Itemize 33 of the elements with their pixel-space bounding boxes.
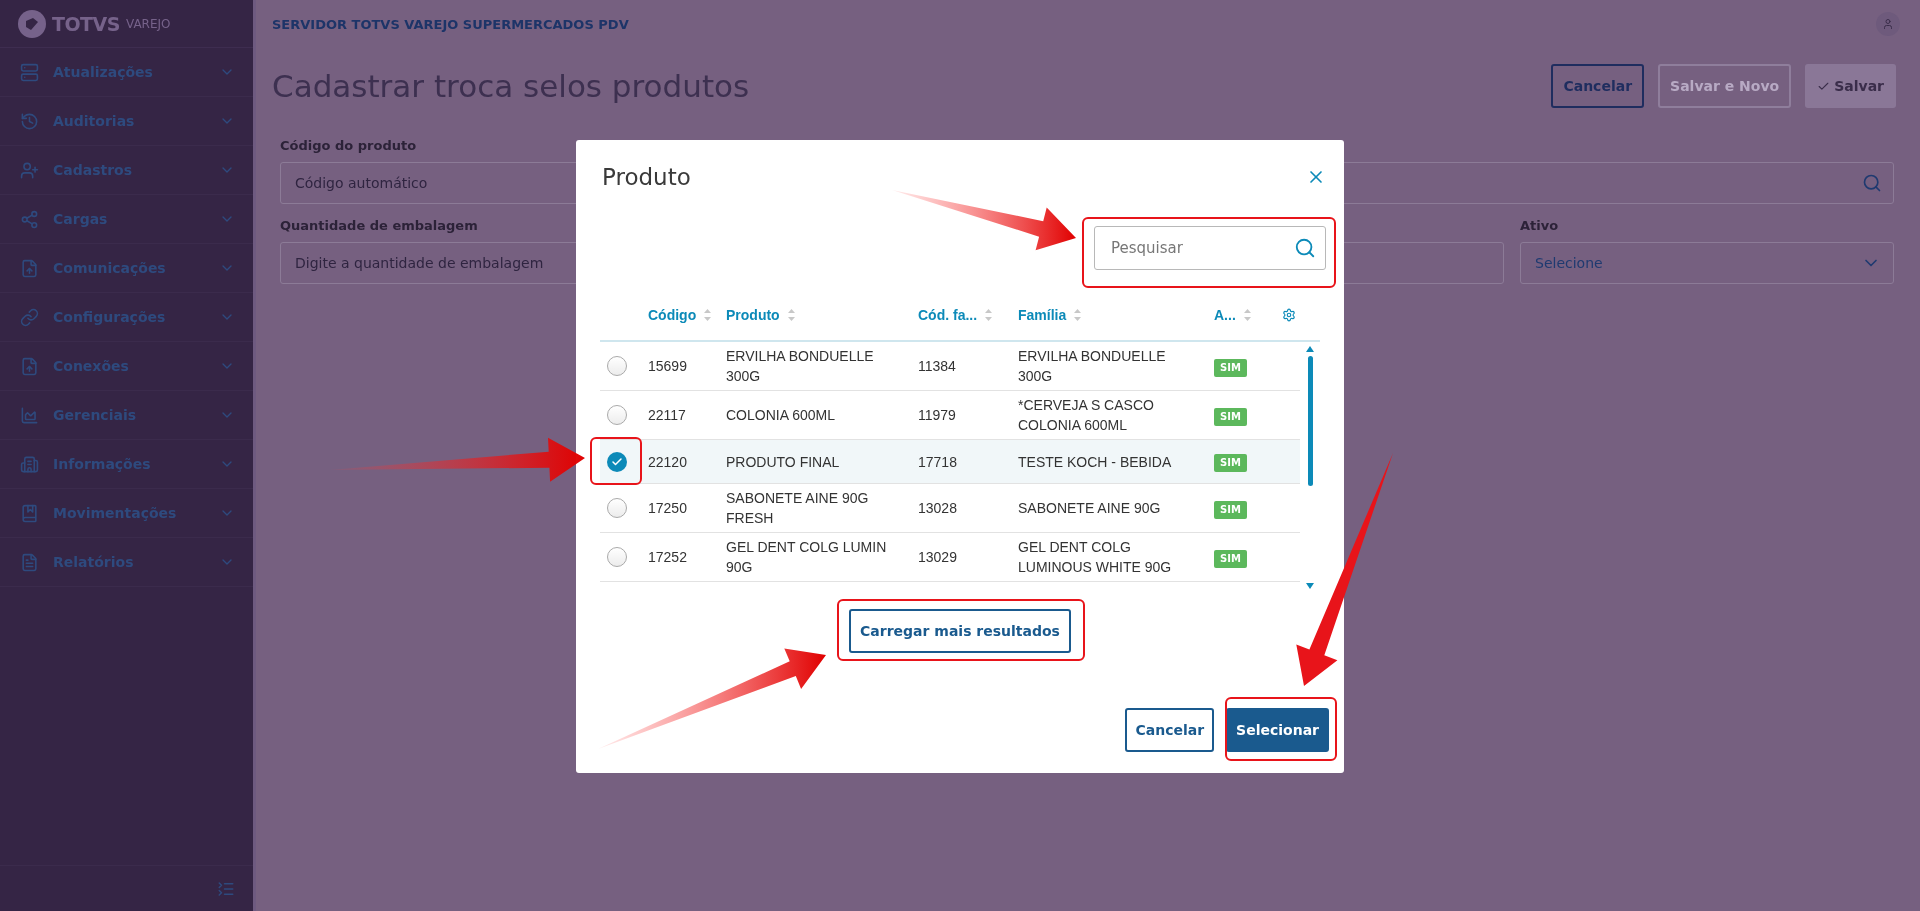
field-label: Ativo bbox=[1520, 218, 1560, 233]
status-tag: SIM bbox=[1214, 500, 1247, 519]
page-title: Cadastrar troca selos produtos bbox=[272, 68, 750, 104]
field-label: Quantidade de embalagem bbox=[280, 218, 479, 233]
table-cell-text: SABONETE AINE 90G FRESH bbox=[725, 489, 870, 528]
table-cell-text: 22117 bbox=[647, 406, 687, 425]
app-title: SERVIDOR TOTVS VAREJO SUPERMERCADOS PDV bbox=[272, 16, 629, 32]
table-cell-text: ERVILHA BONDUELLE 300G bbox=[1017, 347, 1167, 386]
status-tag: SIM bbox=[1214, 549, 1247, 568]
table-cell-text: 17252 bbox=[647, 548, 688, 567]
table-cell-text: *CERVEJA S CASCO COLONIA 600ML bbox=[1017, 396, 1155, 435]
status-tag: SIM bbox=[1214, 407, 1247, 426]
logo-text: TOTVS bbox=[52, 12, 120, 35]
status-tag: SIM bbox=[1214, 358, 1247, 377]
table-cell-text: 17718 bbox=[917, 452, 958, 472]
status-tag: SIM bbox=[1214, 454, 1247, 472]
logo-subtitle: VAREJO bbox=[125, 16, 171, 31]
table-cell-text: 13028 bbox=[917, 499, 958, 518]
table-cell-text: 13029 bbox=[917, 548, 958, 567]
table-cell-text: PRODUTO FINAL bbox=[725, 452, 841, 472]
table-cell-text: ERVILHA BONDUELLE 300G bbox=[725, 347, 875, 386]
dialog-title: Produto bbox=[602, 164, 691, 190]
table-cell-text: SABONETE AINE 90G bbox=[1017, 499, 1162, 518]
table-cell-text: 11384 bbox=[917, 357, 957, 376]
table-cell-text: 22120 bbox=[647, 452, 688, 472]
table-cell-text: 17250 bbox=[647, 499, 688, 518]
field-label: Código do produto bbox=[280, 138, 418, 153]
table-cell-text: 11979 bbox=[917, 406, 957, 425]
table-cell-text: 15699 bbox=[647, 357, 688, 376]
table-cell-text: COLONIA 600ML bbox=[725, 406, 836, 425]
table-cell-text: GEL DENT COLG LUMINOUS WHITE 90G bbox=[1017, 538, 1173, 577]
table-cell-text: TESTE KOCH - BEBIDA bbox=[1017, 452, 1173, 472]
table-cell-text: GEL DENT COLG LUMIN 90G bbox=[725, 538, 888, 577]
